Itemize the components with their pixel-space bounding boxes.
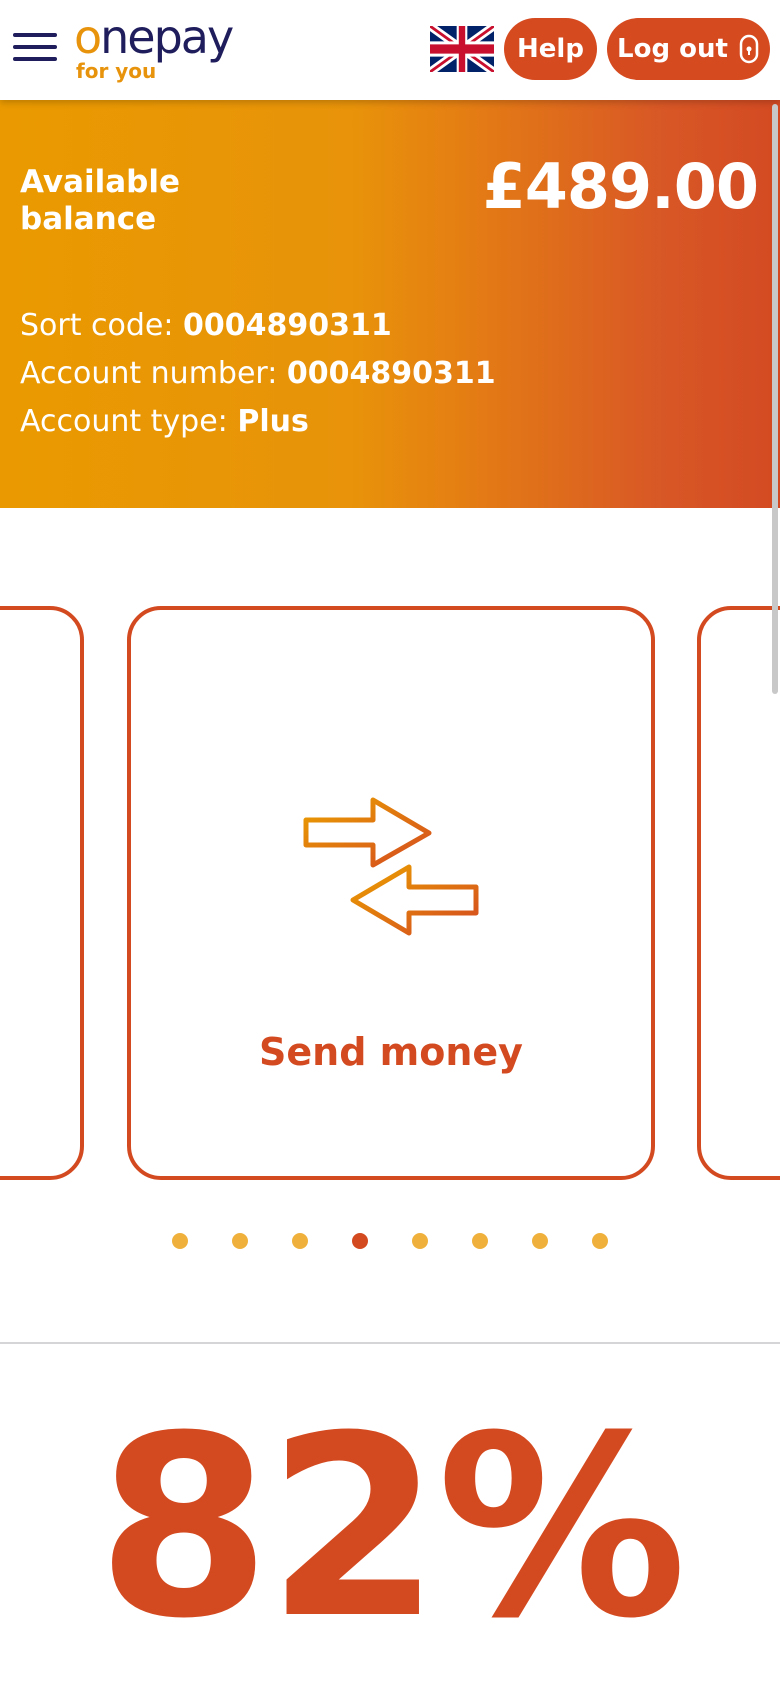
carousel-dot[interactable] — [172, 1233, 188, 1249]
carousel-pagination — [0, 1233, 780, 1253]
account-number-label: Account number: — [20, 356, 278, 391]
sort-code-value: 0004890311 — [183, 308, 392, 343]
page-scrollbar[interactable] — [772, 104, 778, 694]
sort-code-label: Sort code: — [20, 308, 174, 343]
uk-flag-icon[interactable] — [430, 26, 494, 72]
help-button[interactable]: Help — [504, 18, 597, 80]
logout-button[interactable]: Log out — [607, 18, 770, 80]
account-number-value: 0004890311 — [286, 356, 496, 391]
stat-percentage: 82% — [96, 1382, 687, 1673]
carousel-dot[interactable] — [532, 1233, 548, 1249]
available-balance-label: Available balance — [20, 164, 181, 237]
top-header: onepay for you Help Log out — [0, 0, 780, 100]
carousel-dot[interactable] — [412, 1233, 428, 1249]
account-type-value: Plus — [237, 404, 309, 439]
help-button-label: Help — [517, 34, 584, 64]
available-balance-amount: £489.00 — [482, 150, 759, 223]
send-money-card[interactable]: Send money — [127, 606, 655, 1180]
account-type-label: Account type: — [20, 404, 228, 439]
logo-wordmark: onepay — [74, 10, 234, 64]
balance-panel: Available balance £489.00 Sort code: 000… — [0, 100, 780, 508]
carousel-dot[interactable] — [472, 1233, 488, 1249]
logout-button-label: Log out — [617, 34, 728, 64]
carousel-card-previous[interactable] — [0, 606, 84, 1180]
onepay-logo[interactable]: onepay for you — [74, 10, 234, 82]
menu-icon[interactable] — [13, 33, 57, 67]
account-type-row: Account type: Plus — [20, 398, 496, 446]
carousel-dot[interactable] — [592, 1233, 608, 1249]
section-divider — [0, 1342, 780, 1344]
carousel-dot-active[interactable] — [352, 1233, 368, 1249]
account-number-row: Account number: 0004890311 — [20, 350, 496, 398]
actions-carousel[interactable]: Send money — [0, 508, 780, 1338]
account-details: Sort code: 0004890311 Account number: 00… — [20, 302, 496, 446]
carousel-dot[interactable] — [232, 1233, 248, 1249]
send-money-label: Send money — [259, 1030, 523, 1074]
carousel-card-next[interactable] — [697, 606, 780, 1180]
carousel-dot[interactable] — [292, 1233, 308, 1249]
sort-code-row: Sort code: 0004890311 — [20, 302, 496, 350]
lock-icon — [739, 34, 759, 64]
send-money-arrows-icon — [303, 797, 479, 936]
